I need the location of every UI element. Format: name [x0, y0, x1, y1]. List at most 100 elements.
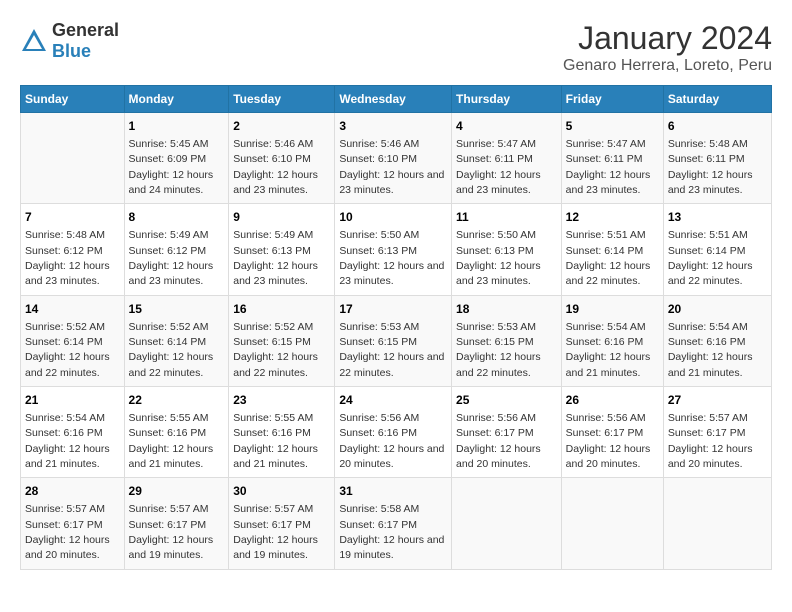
calendar-cell	[561, 478, 663, 569]
day-number: 4	[456, 118, 557, 135]
calendar-cell: 20 Sunrise: 5:54 AMSunset: 6:16 PMDayligh…	[663, 295, 771, 386]
week-row-2: 7 Sunrise: 5:48 AMSunset: 6:12 PMDaylight…	[21, 204, 772, 295]
weekday-header-monday: Monday	[124, 86, 229, 113]
calendar-cell: 26Sunrise: 5:56 AMSunset: 6:17 PMDayligh…	[561, 387, 663, 478]
page-header: General Blue January 2024 Genaro Herrera…	[20, 20, 772, 75]
calendar-cell: 30 Sunrise: 5:57 AMSunset: 6:17 PMDayligh…	[229, 478, 335, 569]
title-area: January 2024 Genaro Herrera, Loreto, Per…	[563, 20, 772, 75]
day-number: 13	[668, 209, 767, 226]
day-info: Sunrise: 5:54 AMSunset: 6:16 PMDaylight:…	[668, 321, 753, 379]
calendar-cell	[21, 113, 125, 204]
day-info: Sunrise: 5:53 AMSunset: 6:15 PMDaylight:…	[339, 321, 444, 379]
day-info: Sunrise: 5:50 AMSunset: 6:13 PMDaylight:…	[456, 229, 541, 287]
day-number: 28	[25, 483, 120, 500]
weekday-header-tuesday: Tuesday	[229, 86, 335, 113]
day-info: Sunrise: 5:57 AMSunset: 6:17 PMDaylight:…	[233, 503, 318, 561]
logo: General Blue	[20, 20, 119, 62]
calendar-cell: 17 Sunrise: 5:53 AMSunset: 6:15 PMDayligh…	[335, 295, 452, 386]
day-info: Sunrise: 5:45 AMSunset: 6:09 PMDaylight:…	[129, 138, 214, 196]
day-info: Sunrise: 5:47 AMSunset: 6:11 PMDaylight:…	[456, 138, 541, 196]
calendar-cell: 22Sunrise: 5:55 AMSunset: 6:16 PMDayligh…	[124, 387, 229, 478]
calendar-cell: 6 Sunrise: 5:48 AMSunset: 6:11 PMDaylight…	[663, 113, 771, 204]
calendar-cell: 27 Sunrise: 5:57 AMSunset: 6:17 PMDayligh…	[663, 387, 771, 478]
calendar-cell: 19Sunrise: 5:54 AMSunset: 6:16 PMDayligh…	[561, 295, 663, 386]
week-row-1: 1 Sunrise: 5:45 AMSunset: 6:09 PMDaylight…	[21, 113, 772, 204]
day-info: Sunrise: 5:46 AMSunset: 6:10 PMDaylight:…	[339, 138, 444, 196]
day-number: 2	[233, 118, 330, 135]
day-info: Sunrise: 5:52 AMSunset: 6:15 PMDaylight:…	[233, 321, 318, 379]
day-info: Sunrise: 5:57 AMSunset: 6:17 PMDaylight:…	[129, 503, 214, 561]
day-number: 27	[668, 392, 767, 409]
day-number: 24	[339, 392, 447, 409]
calendar-cell: 10 Sunrise: 5:50 AMSunset: 6:13 PMDayligh…	[335, 204, 452, 295]
main-title: January 2024	[563, 20, 772, 57]
day-info: Sunrise: 5:53 AMSunset: 6:15 PMDaylight:…	[456, 321, 541, 379]
logo-general: General	[52, 20, 119, 40]
day-number: 21	[25, 392, 120, 409]
day-number: 17	[339, 301, 447, 318]
day-number: 9	[233, 209, 330, 226]
day-info: Sunrise: 5:57 AMSunset: 6:17 PMDaylight:…	[25, 503, 110, 561]
day-info: Sunrise: 5:48 AMSunset: 6:12 PMDaylight:…	[25, 229, 110, 287]
calendar-table: SundayMondayTuesdayWednesdayThursdayFrid…	[20, 85, 772, 570]
day-number: 25	[456, 392, 557, 409]
logo-text: General Blue	[52, 20, 119, 62]
calendar-cell: 23Sunrise: 5:55 AMSunset: 6:16 PMDayligh…	[229, 387, 335, 478]
day-info: Sunrise: 5:56 AMSunset: 6:17 PMDaylight:…	[456, 412, 541, 470]
calendar-cell: 12Sunrise: 5:51 AMSunset: 6:14 PMDayligh…	[561, 204, 663, 295]
day-number: 6	[668, 118, 767, 135]
day-info: Sunrise: 5:50 AMSunset: 6:13 PMDaylight:…	[339, 229, 444, 287]
calendar-cell: 5 Sunrise: 5:47 AMSunset: 6:11 PMDaylight…	[561, 113, 663, 204]
day-info: Sunrise: 5:57 AMSunset: 6:17 PMDaylight:…	[668, 412, 753, 470]
calendar-cell: 25 Sunrise: 5:56 AMSunset: 6:17 PMDayligh…	[452, 387, 562, 478]
day-number: 10	[339, 209, 447, 226]
week-row-3: 14Sunrise: 5:52 AMSunset: 6:14 PMDayligh…	[21, 295, 772, 386]
day-info: Sunrise: 5:47 AMSunset: 6:11 PMDaylight:…	[566, 138, 651, 196]
day-info: Sunrise: 5:51 AMSunset: 6:14 PMDaylight:…	[566, 229, 651, 287]
calendar-cell: 2 Sunrise: 5:46 AMSunset: 6:10 PMDaylight…	[229, 113, 335, 204]
day-info: Sunrise: 5:49 AMSunset: 6:13 PMDaylight:…	[233, 229, 318, 287]
day-number: 29	[129, 483, 225, 500]
calendar-header: SundayMondayTuesdayWednesdayThursdayFrid…	[21, 86, 772, 113]
day-number: 30	[233, 483, 330, 500]
day-number: 7	[25, 209, 120, 226]
weekday-header-saturday: Saturday	[663, 86, 771, 113]
weekday-header-thursday: Thursday	[452, 86, 562, 113]
subtitle: Genaro Herrera, Loreto, Peru	[563, 57, 772, 75]
calendar-cell: 14Sunrise: 5:52 AMSunset: 6:14 PMDayligh…	[21, 295, 125, 386]
calendar-cell: 18 Sunrise: 5:53 AMSunset: 6:15 PMDayligh…	[452, 295, 562, 386]
day-number: 31	[339, 483, 447, 500]
day-info: Sunrise: 5:52 AMSunset: 6:14 PMDaylight:…	[129, 321, 214, 379]
day-number: 16	[233, 301, 330, 318]
day-number: 5	[566, 118, 659, 135]
day-info: Sunrise: 5:49 AMSunset: 6:12 PMDaylight:…	[129, 229, 214, 287]
day-number: 8	[129, 209, 225, 226]
calendar-cell: 29 Sunrise: 5:57 AMSunset: 6:17 PMDayligh…	[124, 478, 229, 569]
calendar-cell: 4 Sunrise: 5:47 AMSunset: 6:11 PMDaylight…	[452, 113, 562, 204]
day-number: 1	[129, 118, 225, 135]
calendar-cell: 3 Sunrise: 5:46 AMSunset: 6:10 PMDaylight…	[335, 113, 452, 204]
day-info: Sunrise: 5:51 AMSunset: 6:14 PMDaylight:…	[668, 229, 753, 287]
calendar-cell	[663, 478, 771, 569]
day-number: 18	[456, 301, 557, 318]
calendar-cell: 1 Sunrise: 5:45 AMSunset: 6:09 PMDaylight…	[124, 113, 229, 204]
logo-icon	[20, 27, 48, 55]
logo-blue: Blue	[52, 41, 91, 61]
day-info: Sunrise: 5:56 AMSunset: 6:17 PMDaylight:…	[566, 412, 651, 470]
day-info: Sunrise: 5:54 AMSunset: 6:16 PMDaylight:…	[25, 412, 110, 470]
calendar-cell: 8 Sunrise: 5:49 AMSunset: 6:12 PMDaylight…	[124, 204, 229, 295]
day-number: 20	[668, 301, 767, 318]
week-row-4: 21 Sunrise: 5:54 AMSunset: 6:16 PMDayligh…	[21, 387, 772, 478]
day-number: 22	[129, 392, 225, 409]
weekday-header-sunday: Sunday	[21, 86, 125, 113]
day-number: 3	[339, 118, 447, 135]
calendar-cell: 28 Sunrise: 5:57 AMSunset: 6:17 PMDayligh…	[21, 478, 125, 569]
day-info: Sunrise: 5:48 AMSunset: 6:11 PMDaylight:…	[668, 138, 753, 196]
calendar-cell: 16 Sunrise: 5:52 AMSunset: 6:15 PMDayligh…	[229, 295, 335, 386]
week-row-5: 28 Sunrise: 5:57 AMSunset: 6:17 PMDayligh…	[21, 478, 772, 569]
calendar-cell: 21 Sunrise: 5:54 AMSunset: 6:16 PMDayligh…	[21, 387, 125, 478]
weekday-header-row: SundayMondayTuesdayWednesdayThursdayFrid…	[21, 86, 772, 113]
day-number: 11	[456, 209, 557, 226]
day-info: Sunrise: 5:46 AMSunset: 6:10 PMDaylight:…	[233, 138, 318, 196]
day-info: Sunrise: 5:58 AMSunset: 6:17 PMDaylight:…	[339, 503, 444, 561]
